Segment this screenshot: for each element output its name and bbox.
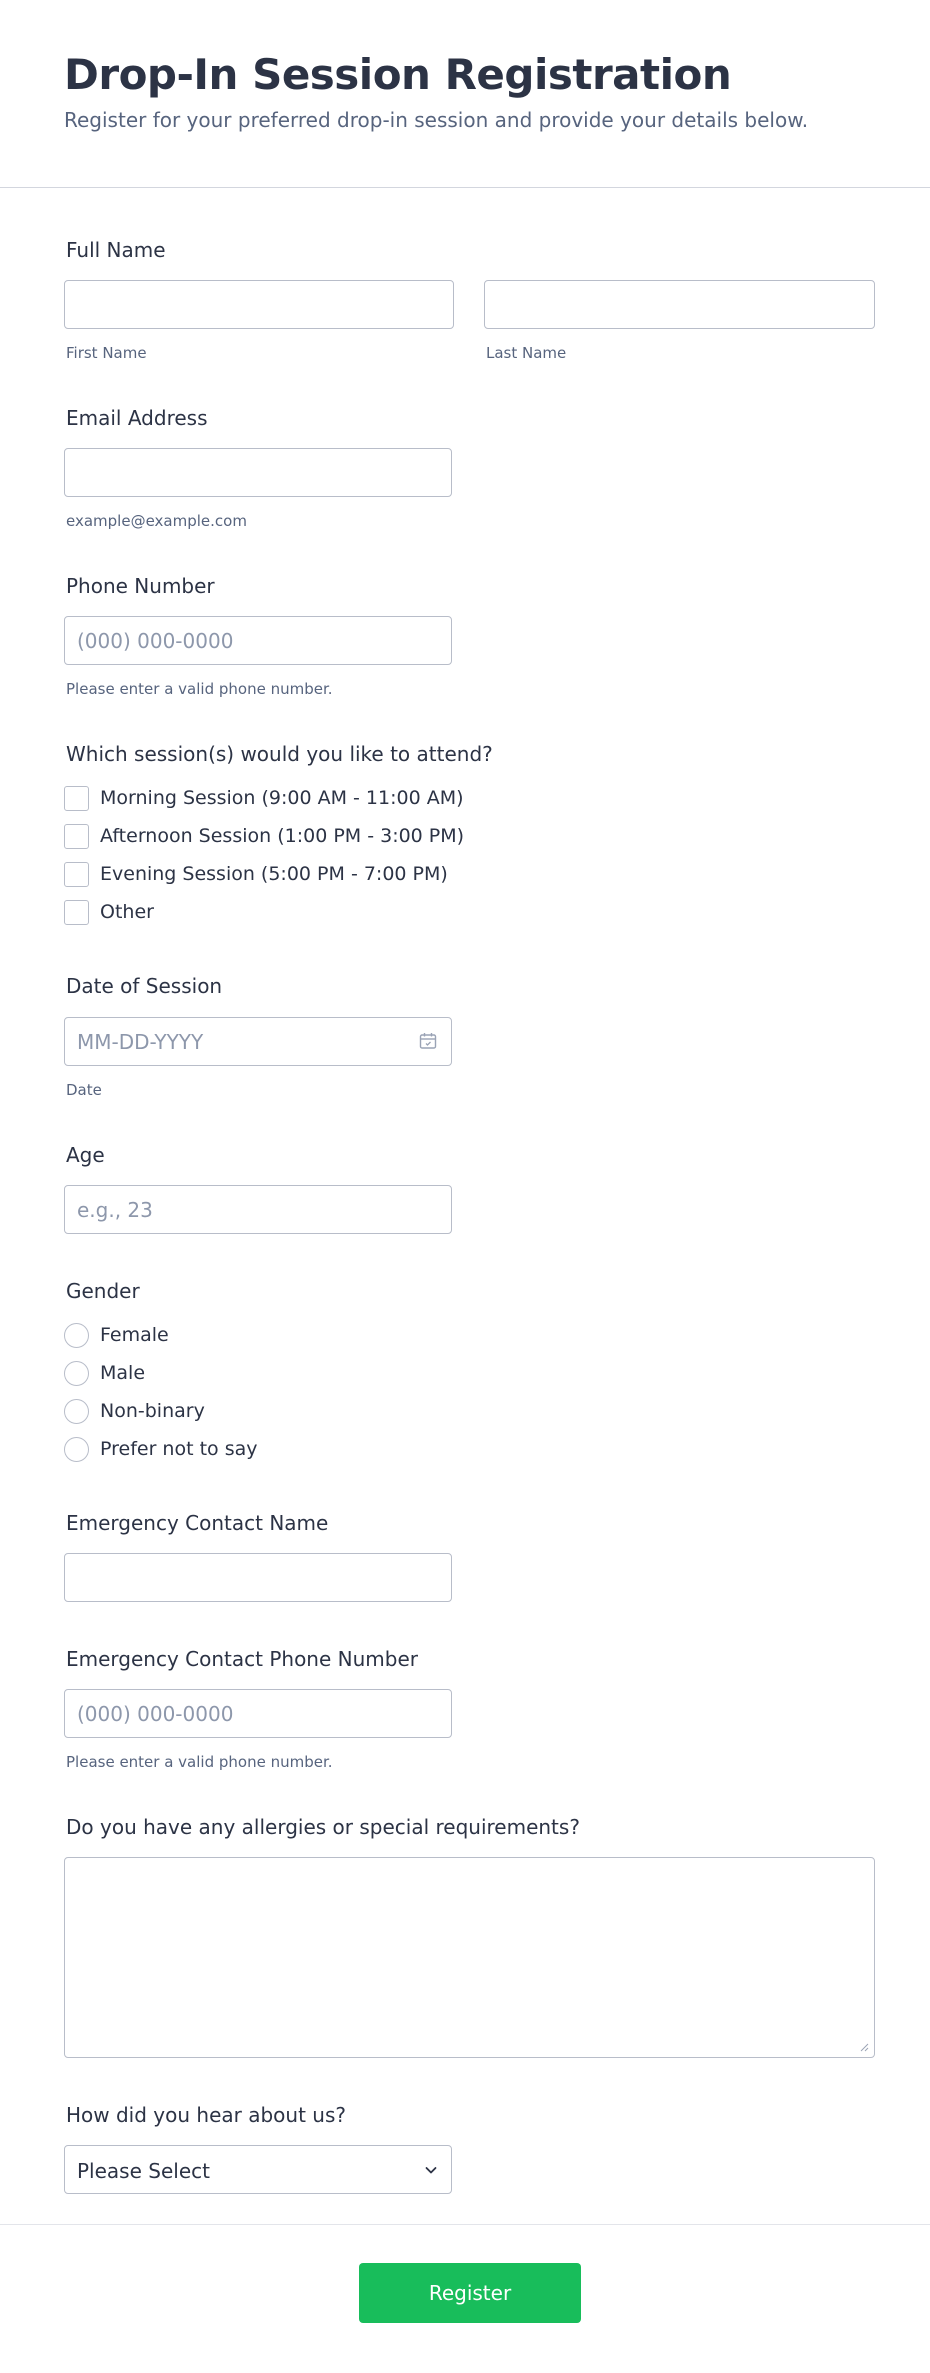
emergency-phone-label: Emergency Contact Phone Number	[66, 1647, 418, 1671]
referral-select[interactable]: Please Select	[64, 2145, 452, 2194]
option-label: Female	[100, 1324, 169, 1346]
session-option-evening[interactable]: Evening Session (5:00 PM - 7:00 PM)	[64, 861, 448, 887]
calendar-icon[interactable]	[418, 1031, 438, 1051]
gender-label: Gender	[66, 1279, 140, 1303]
option-label: Prefer not to say	[100, 1438, 258, 1460]
checkbox[interactable]	[64, 899, 89, 925]
checkbox[interactable]	[64, 861, 89, 887]
referral-label: How did you hear about us?	[66, 2103, 346, 2127]
first-name-input[interactable]	[64, 280, 454, 329]
last-name-sublabel: Last Name	[486, 344, 567, 362]
allergies-label: Do you have any allergies or special req…	[66, 1815, 580, 1839]
option-label: Morning Session (9:00 AM - 11:00 AM)	[100, 787, 464, 809]
email-input[interactable]	[64, 448, 452, 497]
full-name-label: Full Name	[66, 238, 166, 262]
radio[interactable]	[64, 1398, 89, 1424]
chevron-down-icon	[425, 2167, 437, 2174]
option-label: Evening Session (5:00 PM - 7:00 PM)	[100, 863, 448, 885]
last-name-input[interactable]	[484, 280, 875, 329]
option-label: Non-binary	[100, 1400, 205, 1422]
gender-option-female[interactable]: Female	[64, 1322, 169, 1348]
option-label: Male	[100, 1362, 146, 1384]
form-header: Drop-In Session Registration Register fo…	[0, 0, 930, 188]
emergency-name-label: Emergency Contact Name	[66, 1511, 329, 1535]
emergency-phone-sublabel: Please enter a valid phone number.	[66, 1753, 333, 1771]
sessions-label: Which session(s) would you like to atten…	[66, 742, 493, 766]
phone-label: Phone Number	[66, 574, 215, 598]
radio[interactable]	[64, 1436, 89, 1462]
register-button[interactable]: Register	[359, 2263, 581, 2323]
date-sublabel: Date	[66, 1081, 102, 1099]
session-option-morning[interactable]: Morning Session (9:00 AM - 11:00 AM)	[64, 785, 464, 811]
gender-option-non-binary[interactable]: Non-binary	[64, 1398, 205, 1424]
phone-sublabel: Please enter a valid phone number.	[66, 680, 333, 698]
date-label: Date of Session	[66, 974, 223, 998]
gender-option-male[interactable]: Male	[64, 1360, 145, 1386]
session-option-afternoon[interactable]: Afternoon Session (1:00 PM - 3:00 PM)	[64, 823, 464, 849]
form-title: Drop-In Session Registration	[64, 50, 732, 99]
checkbox[interactable]	[64, 785, 89, 811]
footer-divider	[0, 2224, 930, 2225]
checkbox[interactable]	[64, 823, 89, 849]
date-input[interactable]	[64, 1017, 452, 1066]
emergency-name-input[interactable]	[64, 1553, 452, 1602]
radio[interactable]	[64, 1360, 89, 1386]
resize-grip-icon[interactable]	[859, 2042, 869, 2052]
emergency-phone-input[interactable]	[64, 1689, 452, 1738]
email-label: Email Address	[66, 406, 208, 430]
first-name-sublabel: First Name	[66, 344, 147, 362]
form-subtitle: Register for your preferred drop-in sess…	[64, 108, 809, 132]
age-input[interactable]	[64, 1185, 452, 1234]
referral-selected-value: Please Select	[77, 2159, 210, 2183]
radio[interactable]	[64, 1322, 89, 1348]
age-label: Age	[66, 1143, 105, 1167]
option-label: Afternoon Session (1:00 PM - 3:00 PM)	[100, 825, 465, 847]
allergies-textarea[interactable]	[64, 1857, 875, 2058]
gender-option-prefer-not[interactable]: Prefer not to say	[64, 1436, 258, 1462]
email-sublabel: example@example.com	[66, 512, 247, 530]
session-option-other[interactable]: Other	[64, 899, 154, 925]
option-label: Other	[100, 901, 154, 923]
phone-input[interactable]	[64, 616, 452, 665]
